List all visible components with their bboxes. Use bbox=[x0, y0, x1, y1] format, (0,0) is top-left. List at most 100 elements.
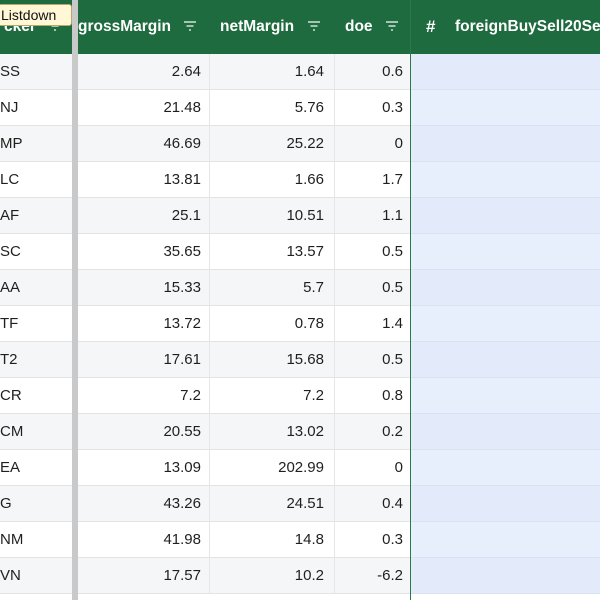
cell-grossmargin[interactable]: 41.98 bbox=[78, 522, 210, 558]
table-row[interactable]: NJ 21.48 5.76 0.3 bbox=[0, 90, 600, 126]
cell-doe[interactable]: 0.5 bbox=[335, 270, 410, 306]
cell-ticker[interactable]: LC bbox=[0, 162, 72, 198]
cell-netmargin[interactable]: 0.78 bbox=[210, 306, 335, 342]
cell-doe[interactable]: 1.4 bbox=[335, 306, 410, 342]
cell-netmargin[interactable]: 25.22 bbox=[210, 126, 335, 162]
table-row[interactable]: NM 41.98 14.8 0.3 bbox=[0, 522, 600, 558]
tooltip-listdown: Listdown bbox=[0, 4, 72, 26]
cell-grossmargin[interactable]: 17.61 bbox=[78, 342, 210, 378]
cell-grossmargin[interactable]: 21.48 bbox=[78, 90, 210, 126]
cell-ticker[interactable]: G bbox=[0, 486, 72, 522]
cell-grossmargin[interactable]: 13.72 bbox=[78, 306, 210, 342]
cell-grossmargin[interactable]: 20.55 bbox=[78, 414, 210, 450]
cell-ticker[interactable]: AF bbox=[0, 198, 72, 234]
cell-netmargin[interactable]: 7.2 bbox=[210, 378, 335, 414]
table-row[interactable]: CR 7.2 7.2 0.8 bbox=[0, 378, 600, 414]
cell-doe[interactable]: -6.2 bbox=[335, 558, 410, 594]
cell-ticker[interactable]: CR bbox=[0, 378, 72, 414]
table-row[interactable]: EA 13.09 202.99 0 bbox=[0, 450, 600, 486]
cell-ticker[interactable]: CM bbox=[0, 414, 72, 450]
cell-grossmargin[interactable]: 46.69 bbox=[78, 126, 210, 162]
cell-foreignbuysell[interactable] bbox=[411, 198, 600, 234]
cell-grossmargin[interactable]: 7.2 bbox=[78, 378, 210, 414]
column-divider bbox=[410, 0, 411, 600]
cell-netmargin[interactable]: 10.2 bbox=[210, 558, 335, 594]
cell-doe[interactable]: 0.6 bbox=[335, 54, 410, 90]
cell-netmargin[interactable]: 15.68 bbox=[210, 342, 335, 378]
cell-netmargin[interactable]: 5.76 bbox=[210, 90, 335, 126]
table-row[interactable]: LC 13.81 1.66 1.7 bbox=[0, 162, 600, 198]
cell-foreignbuysell[interactable] bbox=[411, 306, 600, 342]
cell-foreignbuysell[interactable] bbox=[411, 558, 600, 594]
cell-foreignbuysell[interactable] bbox=[411, 270, 600, 306]
cell-grossmargin[interactable]: 15.33 bbox=[78, 270, 210, 306]
cell-ticker[interactable]: NJ bbox=[0, 90, 72, 126]
cell-doe[interactable]: 0 bbox=[335, 126, 410, 162]
table-row[interactable]: MP 46.69 25.22 0 bbox=[0, 126, 600, 162]
table-row[interactable]: G 43.26 24.51 0.4 bbox=[0, 486, 600, 522]
cell-foreignbuysell[interactable] bbox=[411, 90, 600, 126]
cell-doe[interactable]: 0.3 bbox=[335, 90, 410, 126]
cell-foreignbuysell[interactable] bbox=[411, 54, 600, 90]
cell-ticker[interactable]: T2 bbox=[0, 342, 72, 378]
cell-foreignbuysell[interactable] bbox=[411, 486, 600, 522]
cell-doe[interactable]: 0.5 bbox=[335, 342, 410, 378]
filter-icon[interactable] bbox=[183, 20, 197, 32]
cell-foreignbuysell[interactable] bbox=[411, 414, 600, 450]
table-row[interactable]: VN 17.57 10.2 -6.2 bbox=[0, 558, 600, 594]
cell-grossmargin[interactable]: 35.65 bbox=[78, 234, 210, 270]
cell-ticker[interactable]: NM bbox=[0, 522, 72, 558]
cell-ticker[interactable]: AA bbox=[0, 270, 72, 306]
cell-ticker[interactable]: SC bbox=[0, 234, 72, 270]
cell-foreignbuysell[interactable] bbox=[411, 126, 600, 162]
cell-netmargin[interactable]: 13.02 bbox=[210, 414, 335, 450]
cell-doe[interactable]: 0.8 bbox=[335, 378, 410, 414]
table-row[interactable]: AF 25.1 10.51 1.1 bbox=[0, 198, 600, 234]
table-row[interactable]: SC 35.65 13.57 0.5 bbox=[0, 234, 600, 270]
frozen-column-divider[interactable] bbox=[72, 0, 78, 600]
filter-icon[interactable] bbox=[307, 20, 321, 32]
table-header: cker grossMargin netMargin doe # foreign… bbox=[0, 0, 600, 54]
cell-foreignbuysell[interactable] bbox=[411, 450, 600, 486]
cell-foreignbuysell[interactable] bbox=[411, 378, 600, 414]
cell-netmargin[interactable]: 10.51 bbox=[210, 198, 335, 234]
cell-grossmargin[interactable]: 17.57 bbox=[78, 558, 210, 594]
cell-grossmargin[interactable]: 13.09 bbox=[78, 450, 210, 486]
cell-doe[interactable]: 0.3 bbox=[335, 522, 410, 558]
column-header-doe-label: doe bbox=[345, 18, 373, 35]
cell-ticker[interactable]: TF bbox=[0, 306, 72, 342]
table-row[interactable]: TF 13.72 0.78 1.4 bbox=[0, 306, 600, 342]
filter-icon[interactable] bbox=[385, 20, 399, 32]
cell-foreignbuysell[interactable] bbox=[411, 162, 600, 198]
column-header-foreignbuysell[interactable]: foreignBuySell20Ses bbox=[455, 0, 600, 54]
cell-doe[interactable]: 1.7 bbox=[335, 162, 410, 198]
cell-foreignbuysell[interactable] bbox=[411, 522, 600, 558]
cell-doe[interactable]: 0.2 bbox=[335, 414, 410, 450]
cell-grossmargin[interactable]: 25.1 bbox=[78, 198, 210, 234]
table-row[interactable]: AA 15.33 5.7 0.5 bbox=[0, 270, 600, 306]
cell-netmargin[interactable]: 24.51 bbox=[210, 486, 335, 522]
cell-grossmargin[interactable]: 2.64 bbox=[78, 54, 210, 90]
table-row[interactable]: SS 2.64 1.64 0.6 bbox=[0, 54, 600, 90]
cell-grossmargin[interactable]: 43.26 bbox=[78, 486, 210, 522]
cell-ticker[interactable]: SS bbox=[0, 54, 72, 90]
cell-doe[interactable]: 0 bbox=[335, 450, 410, 486]
cell-doe[interactable]: 1.1 bbox=[335, 198, 410, 234]
cell-doe[interactable]: 0.5 bbox=[335, 234, 410, 270]
cell-doe[interactable]: 0.4 bbox=[335, 486, 410, 522]
cell-foreignbuysell[interactable] bbox=[411, 342, 600, 378]
cell-grossmargin[interactable]: 13.81 bbox=[78, 162, 210, 198]
cell-foreignbuysell[interactable] bbox=[411, 234, 600, 270]
cell-ticker[interactable]: MP bbox=[0, 126, 72, 162]
column-header-grossmargin-label: grossMargin bbox=[78, 18, 172, 35]
cell-netmargin[interactable]: 14.8 bbox=[210, 522, 335, 558]
cell-ticker[interactable]: VN bbox=[0, 558, 72, 594]
table-row[interactable]: CM 20.55 13.02 0.2 bbox=[0, 414, 600, 450]
cell-netmargin[interactable]: 202.99 bbox=[210, 450, 335, 486]
cell-netmargin[interactable]: 13.57 bbox=[210, 234, 335, 270]
table-row[interactable]: T2 17.61 15.68 0.5 bbox=[0, 342, 600, 378]
cell-netmargin[interactable]: 1.66 bbox=[210, 162, 335, 198]
cell-netmargin[interactable]: 5.7 bbox=[210, 270, 335, 306]
cell-ticker[interactable]: EA bbox=[0, 450, 72, 486]
cell-netmargin[interactable]: 1.64 bbox=[210, 54, 335, 90]
